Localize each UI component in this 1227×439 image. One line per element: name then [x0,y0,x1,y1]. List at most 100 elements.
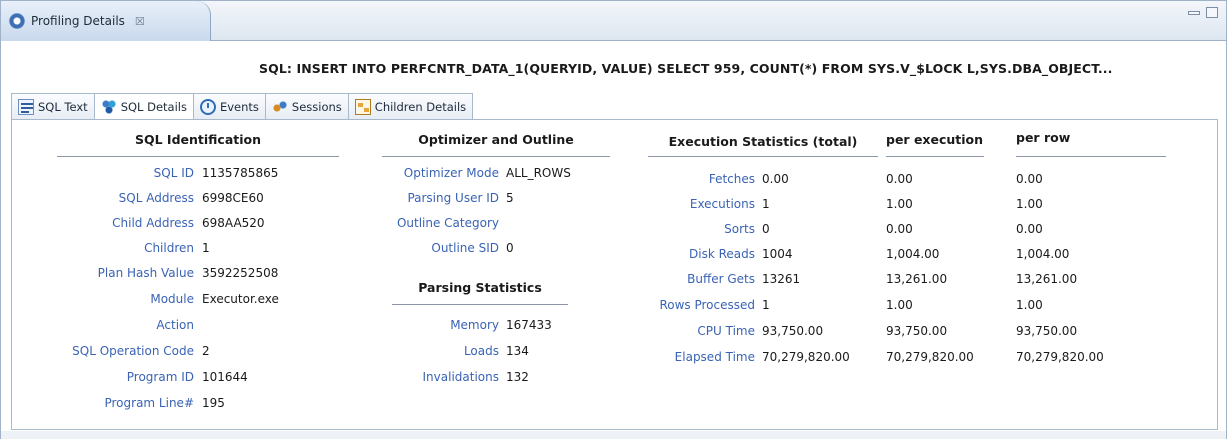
value-sql-address: 6998CE60 [202,191,264,205]
divider [1016,156,1166,157]
value-executions-per-execution: 1.00 [886,197,913,211]
sql-statement-header: SQL: INSERT INTO PERFCNTR_DATA_1(QUERYID… [259,60,1113,76]
label-disk-reads: Disk Reads [689,247,755,261]
sessions-icon [271,98,288,115]
value-sql-operation-code: 2 [202,344,210,358]
value-cpu-time-total: 93,750.00 [762,324,824,338]
value-buffer-gets-per-execution: 13,261.00 [886,272,948,286]
value-sorts-per-execution: 0.00 [886,222,913,236]
value-invalidations: 132 [506,370,529,384]
view-bottom-border [1,431,1226,439]
tab-label: Events [219,99,259,114]
value-loads: 134 [506,344,529,358]
divider [382,156,610,157]
value-fetches-per-execution: 0.00 [886,172,913,186]
sql-details-panel: SQL Identification SQL ID 1135785865 SQL… [11,119,1218,430]
value-rows-processed-per-row: 1.00 [1016,298,1043,312]
divider [57,156,339,157]
profiling-gear-icon [9,13,25,29]
minimize-icon[interactable] [1188,11,1200,15]
label-sql-operation-code: SQL Operation Code [72,344,194,358]
value-fetches-total: 0.00 [762,172,789,186]
label-action: Action [156,318,194,332]
value-module: Executor.exe [202,292,279,306]
label-sorts: Sorts [724,222,755,236]
tab-children-details[interactable]: Children Details [347,93,474,119]
value-sql-id: 1135785865 [202,166,279,180]
label-child-address: Child Address [112,216,194,230]
label-program-id: Program ID [126,370,194,384]
label-optimizer-mode: Optimizer Mode [403,166,499,180]
view-tab-profiling-details[interactable]: Profiling Details ☒ [1,1,211,41]
per-execution-header: per execution [886,132,984,147]
label-module: Module [150,292,194,306]
tab-sql-text[interactable]: SQL Text [11,93,95,119]
label-outline-category: Outline Category [396,216,499,230]
label-sql-address: SQL Address [118,191,194,205]
per-row-header: per row [1016,130,1071,145]
value-parsing-user-id: 5 [506,191,514,205]
label-memory: Memory [450,318,499,332]
value-sorts-per-row: 0.00 [1016,222,1043,236]
parsing-statistics-title: Parsing Statistics [418,280,542,295]
value-buffer-gets-total: 13261 [762,272,801,286]
tab-label: Children Details [374,99,467,114]
value-cpu-time-per-row: 93,750.00 [1016,324,1078,338]
value-memory: 167433 [506,318,552,332]
value-children: 1 [202,241,210,255]
value-elapsed-time-per-row: 70,279,820.00 [1016,350,1104,364]
label-loads: Loads [463,344,499,358]
label-elapsed-time: Elapsed Time [674,350,755,364]
value-cpu-time-per-execution: 93,750.00 [886,324,948,338]
value-disk-reads-total: 1004 [762,247,793,261]
label-parsing-user-id: Parsing User ID [407,191,499,205]
value-program-id: 101644 [202,370,248,384]
label-cpu-time: CPU Time [697,324,755,338]
value-elapsed-time-per-execution: 70,279,820.00 [886,350,974,364]
view-tab-title: Profiling Details [31,14,125,28]
label-plan-hash-value: Plan Hash Value [97,266,194,280]
children-details-icon [354,98,371,115]
label-children: Children [144,241,194,255]
sql-identification-title: SQL Identification [134,132,262,147]
close-icon[interactable]: ☒ [135,15,145,28]
tab-label: SQL Text [38,99,88,114]
label-sql-id: SQL ID [153,166,194,180]
value-buffer-gets-per-row: 13,261.00 [1016,272,1078,286]
value-disk-reads-per-row: 1,004.00 [1016,247,1070,261]
label-executions: Executions [689,197,755,211]
value-elapsed-time-total: 70,279,820.00 [762,350,850,364]
sql-text-icon [18,98,34,115]
tab-sql-details[interactable]: SQL Details [93,93,194,120]
view-tab-bar: Profiling Details ☒ [1,1,1226,41]
label-outline-sid: Outline SID [431,241,499,255]
optimizer-outline-title: Optimizer and Outline [418,132,574,147]
tab-label: SQL Details [120,100,187,114]
view-window-controls [1188,7,1218,18]
value-optimizer-mode: ALL_ROWS [506,166,571,180]
tab-sessions[interactable]: Sessions [264,93,349,119]
events-icon [199,98,216,115]
label-program-line: Program Line# [104,396,194,410]
value-executions-total: 1 [762,197,770,211]
value-fetches-per-row: 0.00 [1016,172,1043,186]
value-program-line: 195 [202,396,225,410]
divider [392,304,568,305]
value-executions-per-row: 1.00 [1016,197,1043,211]
tab-label: Sessions [291,99,342,114]
label-buffer-gets: Buffer Gets [687,272,755,286]
details-tab-row: SQL Text SQL Details Events Sessions Chi… [11,93,474,120]
divider [648,156,878,157]
sql-details-icon [100,99,117,115]
value-child-address: 698AA520 [202,216,265,230]
maximize-icon[interactable] [1206,7,1218,18]
value-rows-processed-per-execution: 1.00 [886,298,913,312]
label-invalidations: Invalidations [422,370,499,384]
label-rows-processed: Rows Processed [659,298,755,312]
execution-statistics-title: Execution Statistics (total) [668,134,858,149]
profiling-details-view: Profiling Details ☒ SQL: INSERT INTO PER… [0,0,1227,439]
tab-events[interactable]: Events [192,93,266,119]
label-fetches: Fetches [708,172,755,186]
value-rows-processed-total: 1 [762,298,770,312]
value-outline-sid: 0 [506,241,514,255]
